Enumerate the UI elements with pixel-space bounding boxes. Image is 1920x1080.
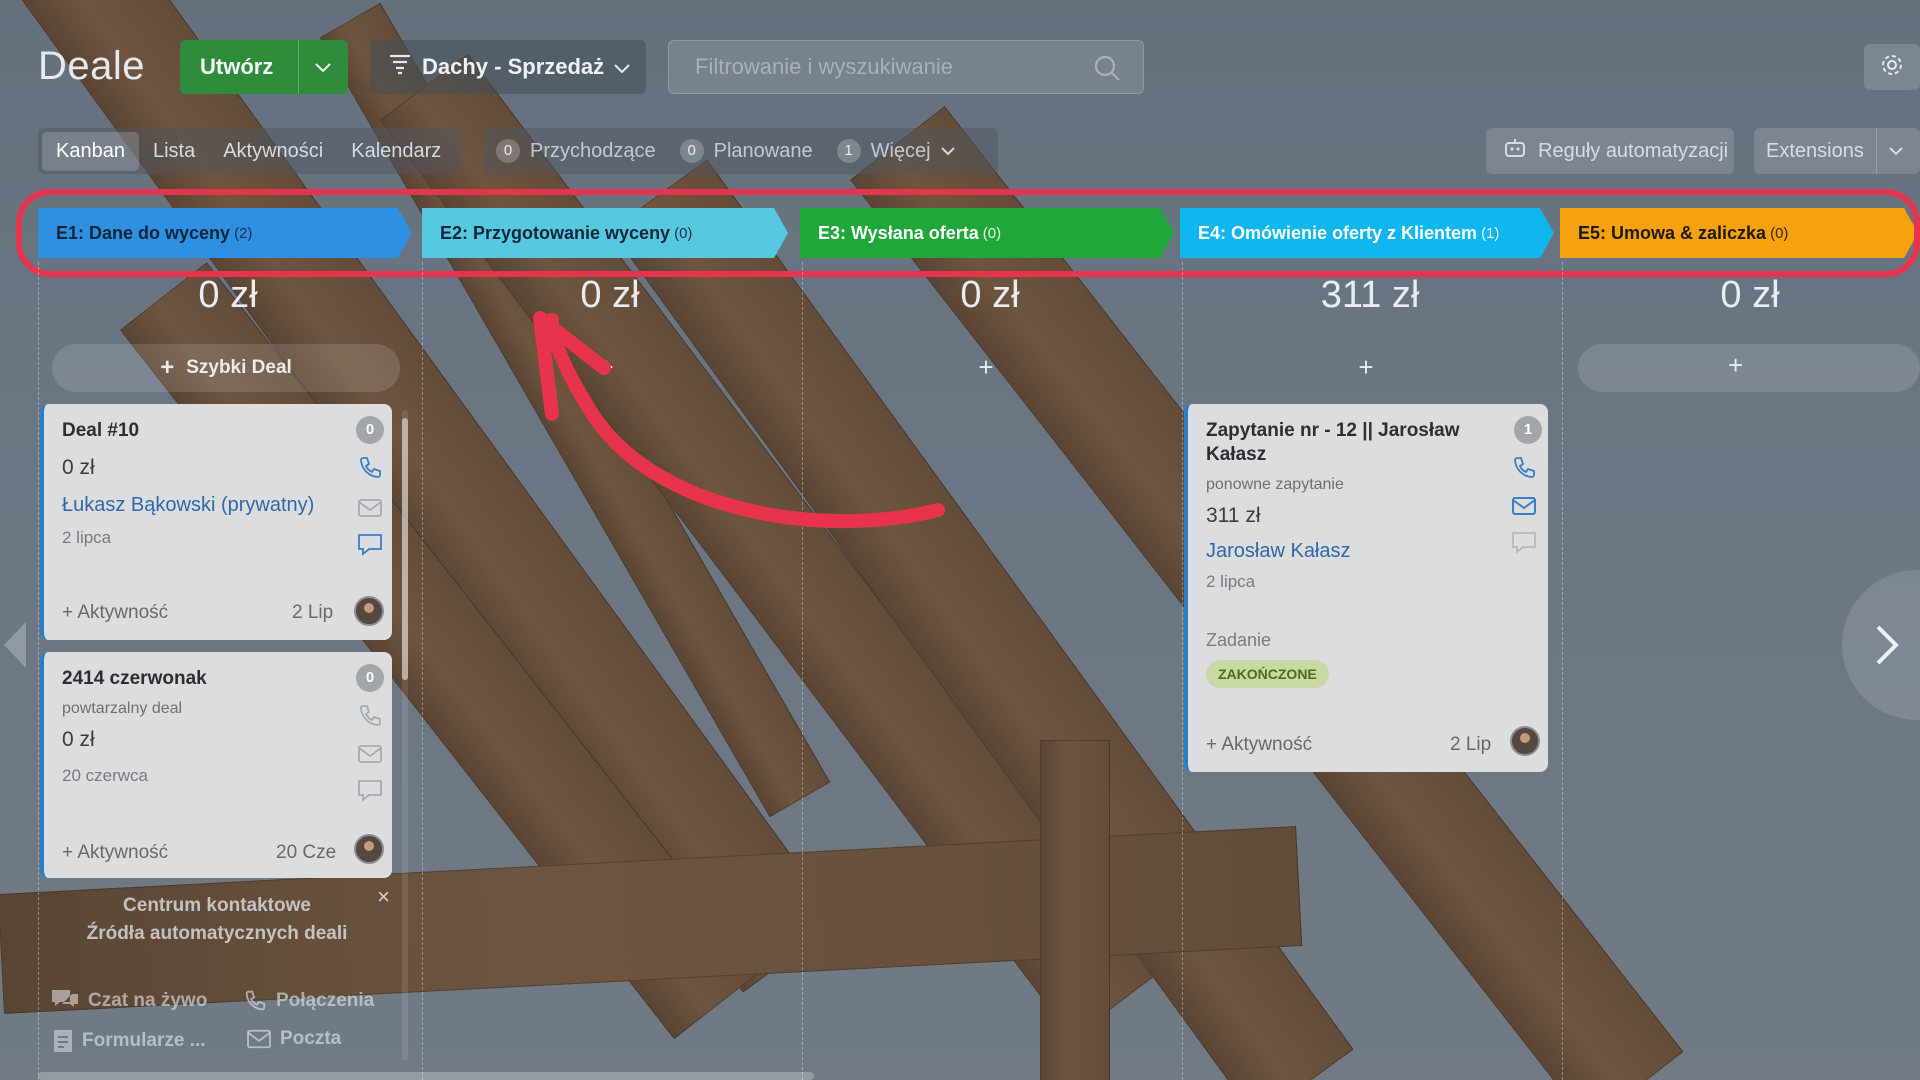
arrow-annotation [533,311,945,529]
